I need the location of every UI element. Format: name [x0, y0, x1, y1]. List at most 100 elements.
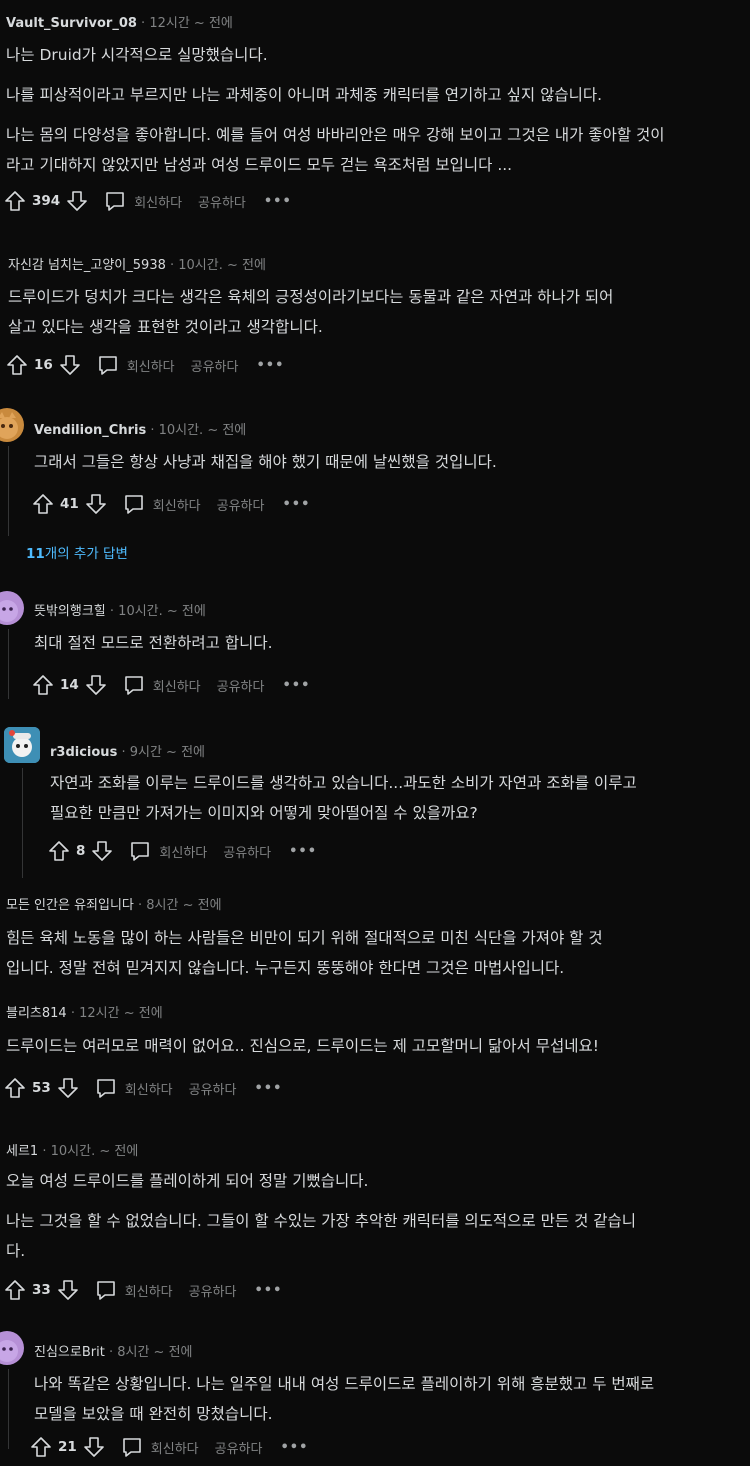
more-options-button[interactable]: •••: [254, 1081, 282, 1096]
comment-icon: [121, 672, 147, 698]
comment-body: 힘든 육체 노동을 많이 하는 사람들은 비만이 되기 위해 절대적으로 미친 …: [6, 923, 746, 983]
comment-body: 그래서 그들은 항상 사냥과 채집을 해야 했기 때문에 날씬했을 것입니다.: [34, 447, 744, 477]
share-button[interactable]: 공유하다: [215, 1438, 263, 1457]
upvote-icon[interactable]: [2, 1075, 28, 1101]
upvote-icon[interactable]: [28, 1434, 54, 1460]
comment-icon: [93, 1277, 119, 1303]
comment-actions: 394 회신하다 공유하다 •••: [2, 188, 292, 214]
share-button[interactable]: 공유하다: [189, 1079, 237, 1098]
comment-line: 나는 그것을 할 수 없었습니다. 그들이 할 수있는 가장 추악한 캐릭터를 …: [6, 1212, 637, 1230]
downvote-icon[interactable]: [55, 1075, 81, 1101]
upvote-icon[interactable]: [30, 491, 56, 517]
upvote-icon[interactable]: [46, 838, 72, 864]
vote-count: 8: [76, 843, 86, 859]
more-options-button[interactable]: •••: [282, 497, 310, 512]
comment-actions: 41 회신하다 공유하다 •••: [30, 491, 310, 517]
downvote-icon[interactable]: [83, 672, 109, 698]
comment-author[interactable]: 자신감 넘치는_고양이_5938: [8, 258, 166, 273]
comment-time: 8시간 ~ 전에: [117, 1345, 193, 1360]
more-options-button[interactable]: •••: [282, 678, 310, 693]
reply-button[interactable]: 회신하다: [119, 1434, 199, 1460]
vote-count: 53: [32, 1080, 51, 1096]
comment-time: 12시간 ~ 전에: [149, 16, 233, 31]
avatar[interactable]: [0, 408, 24, 442]
upvote-icon[interactable]: [30, 672, 56, 698]
downvote-icon[interactable]: [57, 352, 83, 378]
comment-line: 그래서 그들은 항상 사냥과 채집을 해야 했기 때문에 날씬했을 것입니다.: [34, 453, 497, 471]
reply-button[interactable]: 회신하다: [127, 838, 207, 864]
comment-author[interactable]: 세르1: [6, 1144, 38, 1159]
upvote-icon[interactable]: [2, 188, 28, 214]
comment-line: 살고 있다는 생각을 표현한 것이라고 생각합니다.: [8, 318, 323, 336]
share-button[interactable]: 공유하다: [217, 676, 265, 695]
comment-author[interactable]: 모든 인간은 유죄입니다: [6, 898, 134, 913]
comment-icon: [93, 1075, 119, 1101]
more-options-button[interactable]: •••: [264, 194, 292, 209]
reply-button[interactable]: 회신하다: [102, 188, 182, 214]
reply-button[interactable]: 회신하다: [121, 491, 201, 517]
comment-time: 8시간 ~ 전에: [146, 898, 222, 913]
reply-button[interactable]: 회신하다: [93, 1277, 173, 1303]
downvote-icon[interactable]: [89, 838, 115, 864]
downvote-icon[interactable]: [55, 1277, 81, 1303]
thread-line[interactable]: [8, 629, 9, 699]
comment-meta: 진심으로Brit · 8시간 ~ 전에: [34, 1345, 193, 1360]
comment-meta: 자신감 넘치는_고양이_5938 · 10시간. ~ 전에: [8, 258, 266, 273]
more-options-button[interactable]: •••: [256, 358, 284, 373]
comment-meta: 세르1 · 10시간. ~ 전에: [6, 1144, 139, 1159]
thread-line[interactable]: [22, 768, 23, 878]
comment-actions: 14 회신하다 공유하다 •••: [30, 672, 310, 698]
downvote-icon[interactable]: [83, 491, 109, 517]
avatar[interactable]: [0, 1331, 24, 1365]
downvote-icon[interactable]: [81, 1434, 107, 1460]
upvote-icon[interactable]: [2, 1277, 28, 1303]
reply-button[interactable]: 회신하다: [121, 672, 201, 698]
comment-line: 드루이드가 덩치가 크다는 생각은 육체의 긍정성이라기보다는 동물과 같은 자…: [8, 288, 614, 306]
comment-author[interactable]: Vault_Survivor_08: [6, 16, 137, 31]
comment-actions: 53 회신하다 공유하다 •••: [2, 1075, 282, 1101]
comment-line: 라고 기대하지 않았지만 남성과 여성 드루이드 모두 걷는 욕조처럼 보입니다…: [6, 156, 513, 174]
comment-author[interactable]: 뜻밖의행크힐: [34, 604, 106, 619]
comment-line: 힘든 육체 노동을 많이 하는 사람들은 비만이 되기 위해 절대적으로 미친 …: [6, 929, 603, 947]
downvote-icon[interactable]: [64, 188, 90, 214]
comment-icon: [127, 838, 153, 864]
more-options-button[interactable]: •••: [289, 844, 317, 859]
upvote-icon[interactable]: [4, 352, 30, 378]
reply-button[interactable]: 회신하다: [93, 1075, 173, 1101]
comment-line: 나와 똑같은 상황입니다. 나는 일주일 내내 여성 드루이드로 플레이하기 위…: [34, 1375, 655, 1393]
comment-line: 필요한 만큼만 가져가는 이미지와 어떻게 맞아떨어질 수 있을까요?: [50, 804, 478, 822]
more-options-button[interactable]: •••: [280, 1440, 308, 1455]
comment-actions: 16 회신하다 공유하다 •••: [4, 352, 284, 378]
more-options-button[interactable]: •••: [254, 1283, 282, 1298]
vote-count: 14: [60, 677, 79, 693]
comment-icon: [102, 188, 128, 214]
comment-time: 10시간. ~ 전에: [158, 423, 247, 438]
comment-author[interactable]: 진심으로Brit: [34, 1345, 105, 1360]
share-button[interactable]: 공유하다: [223, 842, 271, 861]
share-button[interactable]: 공유하다: [191, 356, 239, 375]
comment-line: 자연과 조화를 이루는 드루이드를 생각하고 있습니다...과도한 소비가 자연…: [50, 774, 637, 792]
share-button[interactable]: 공유하다: [189, 1281, 237, 1300]
comment-author[interactable]: 블리츠814: [6, 1006, 67, 1021]
comment-meta: Vendilion_Chris · 10시간. ~ 전에: [34, 423, 247, 438]
comment-time: 10시간. ~ 전에: [50, 1144, 139, 1159]
share-button[interactable]: 공유하다: [217, 495, 265, 514]
comment-line: 모델을 보았을 때 완전히 망쳤습니다.: [34, 1405, 273, 1423]
share-button[interactable]: 공유하다: [198, 192, 246, 211]
avatar[interactable]: [0, 591, 24, 625]
comment-author[interactable]: r3dicious: [50, 745, 117, 760]
comment-line: 입니다. 정말 전혀 믿겨지지 않습니다. 누구든지 뚱뚱해야 한다면 그것은 …: [6, 959, 565, 977]
comment-author[interactable]: Vendilion_Chris: [34, 423, 146, 438]
comment-meta: 모든 인간은 유죄입니다 · 8시간 ~ 전에: [6, 898, 222, 913]
avatar[interactable]: [4, 727, 40, 763]
comment-line: 다.: [6, 1242, 26, 1260]
thread-line[interactable]: [8, 1369, 9, 1449]
comment-meta: r3dicious · 9시간 ~ 전에: [50, 745, 205, 760]
comment-body: 오늘 여성 드루이드를 플레이하게 되어 정말 기뻤습니다. 나는 그것을 할 …: [6, 1166, 746, 1266]
reply-button[interactable]: 회신하다: [95, 352, 175, 378]
comment-body: 드루이드는 여러모로 매력이 없어요.. 진심으로, 드루이드는 제 고모할머니…: [6, 1031, 750, 1061]
thread-line[interactable]: [8, 446, 9, 536]
more-replies-link[interactable]: 11개의 추가 답변: [26, 542, 128, 562]
comment-line: 드루이드는 여러모로 매력이 없어요.. 진심으로, 드루이드는 제 고모할머니…: [6, 1037, 599, 1055]
comment-time: 12시간 ~ 전에: [79, 1006, 163, 1021]
